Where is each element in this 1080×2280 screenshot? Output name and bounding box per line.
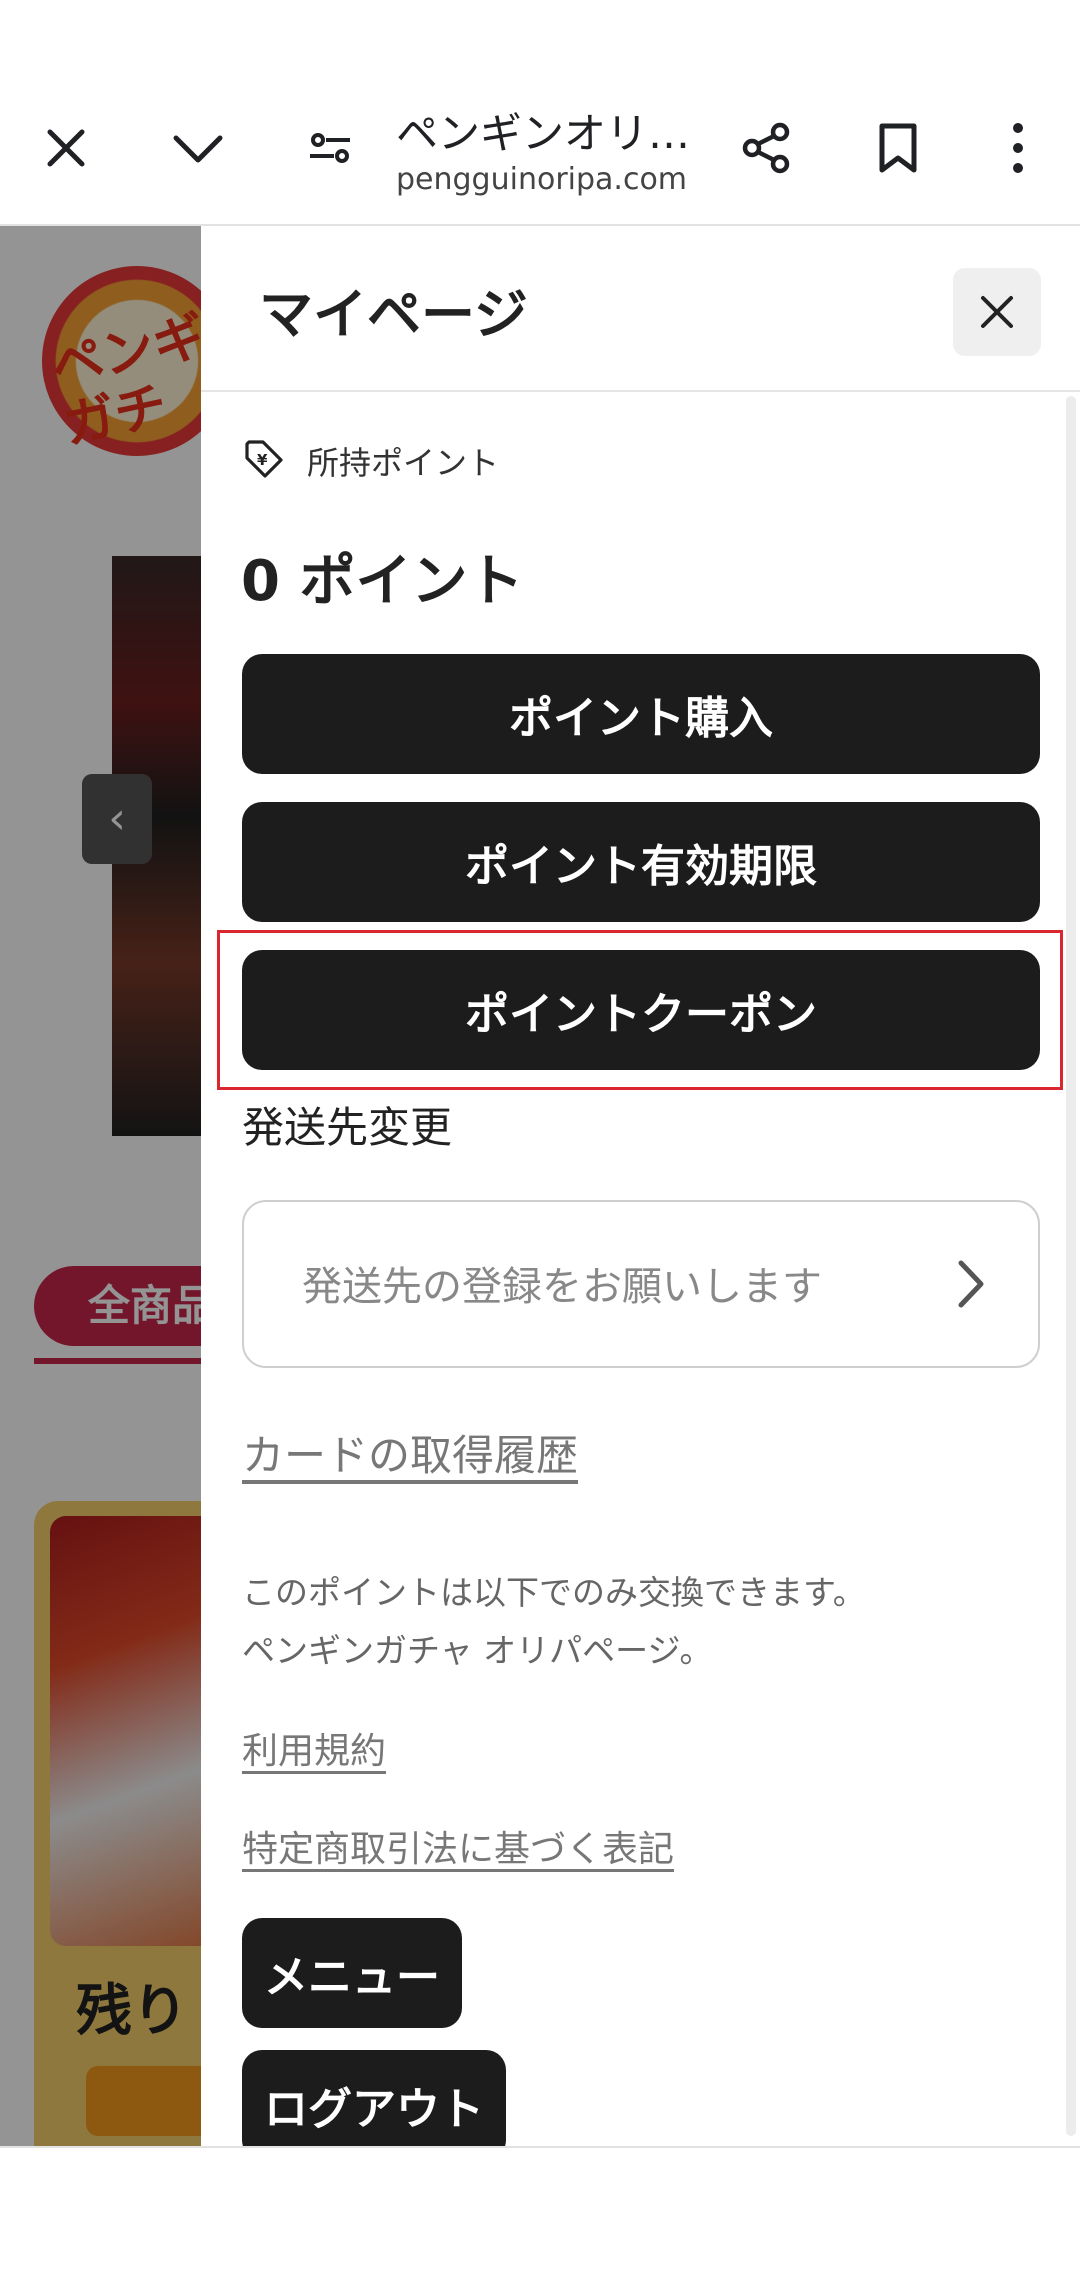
- shipping-section-title: 発送先変更: [242, 1103, 453, 1152]
- page-url[interactable]: pengguinoripa.com: [396, 162, 687, 197]
- chevron-down-icon[interactable]: [158, 108, 238, 188]
- close-icon[interactable]: [953, 268, 1041, 356]
- svg-text:¥: ¥: [257, 451, 268, 469]
- drawer-title: マイページ: [259, 283, 528, 346]
- point-coupon-button[interactable]: ポイントクーポン: [242, 950, 1040, 1070]
- points-label: 所持ポイント: [307, 444, 500, 482]
- share-icon[interactable]: [726, 108, 806, 188]
- point-purchase-button[interactable]: ポイント購入: [242, 654, 1040, 774]
- bottom-bar: [0, 2146, 1080, 2280]
- tune-icon[interactable]: [290, 108, 370, 188]
- more-vert-icon[interactable]: [978, 108, 1058, 188]
- drawer-scrollbar[interactable]: [1066, 396, 1076, 2136]
- drawer-header: マイページ: [201, 226, 1080, 392]
- shipping-placeholder: 発送先の登録をお願いします: [302, 1264, 822, 1310]
- yen-tag-icon: ¥: [243, 438, 285, 484]
- close-icon[interactable]: [26, 108, 106, 188]
- card-history-link[interactable]: カードの取得履歴: [242, 1422, 578, 1483]
- menu-button[interactable]: メニュー: [242, 1918, 462, 2028]
- points-label-row: ¥ 所持ポイント: [243, 436, 499, 486]
- points-value: 0 ポイント: [241, 549, 524, 614]
- point-expiry-button[interactable]: ポイント有効期限: [242, 802, 1040, 922]
- page-title[interactable]: ペンギンオリ…: [396, 100, 696, 161]
- points-note-line1: このポイントは以下でのみ交換できます。: [242, 1573, 866, 1612]
- commercial-law-link[interactable]: 特定商取引法に基づく表記: [242, 1820, 674, 1872]
- chevron-right-icon: [956, 1258, 986, 1314]
- points-note-line2: ペンギンガチャ オリパページ。: [242, 1631, 713, 1670]
- browser-toolbar: ペンギンオリ… pengguinoripa.com: [0, 0, 1080, 226]
- shipping-address-field[interactable]: 発送先の登録をお願いします: [242, 1200, 1040, 1368]
- bookmark-icon[interactable]: [858, 108, 938, 188]
- terms-link[interactable]: 利用規約: [242, 1722, 386, 1774]
- logout-button[interactable]: ログアウト: [242, 2050, 506, 2146]
- mypage-drawer: マイページ ¥ 所持ポイント 0 ポイント ポイント購入 ポイント有効期限 ポイ…: [201, 226, 1080, 2146]
